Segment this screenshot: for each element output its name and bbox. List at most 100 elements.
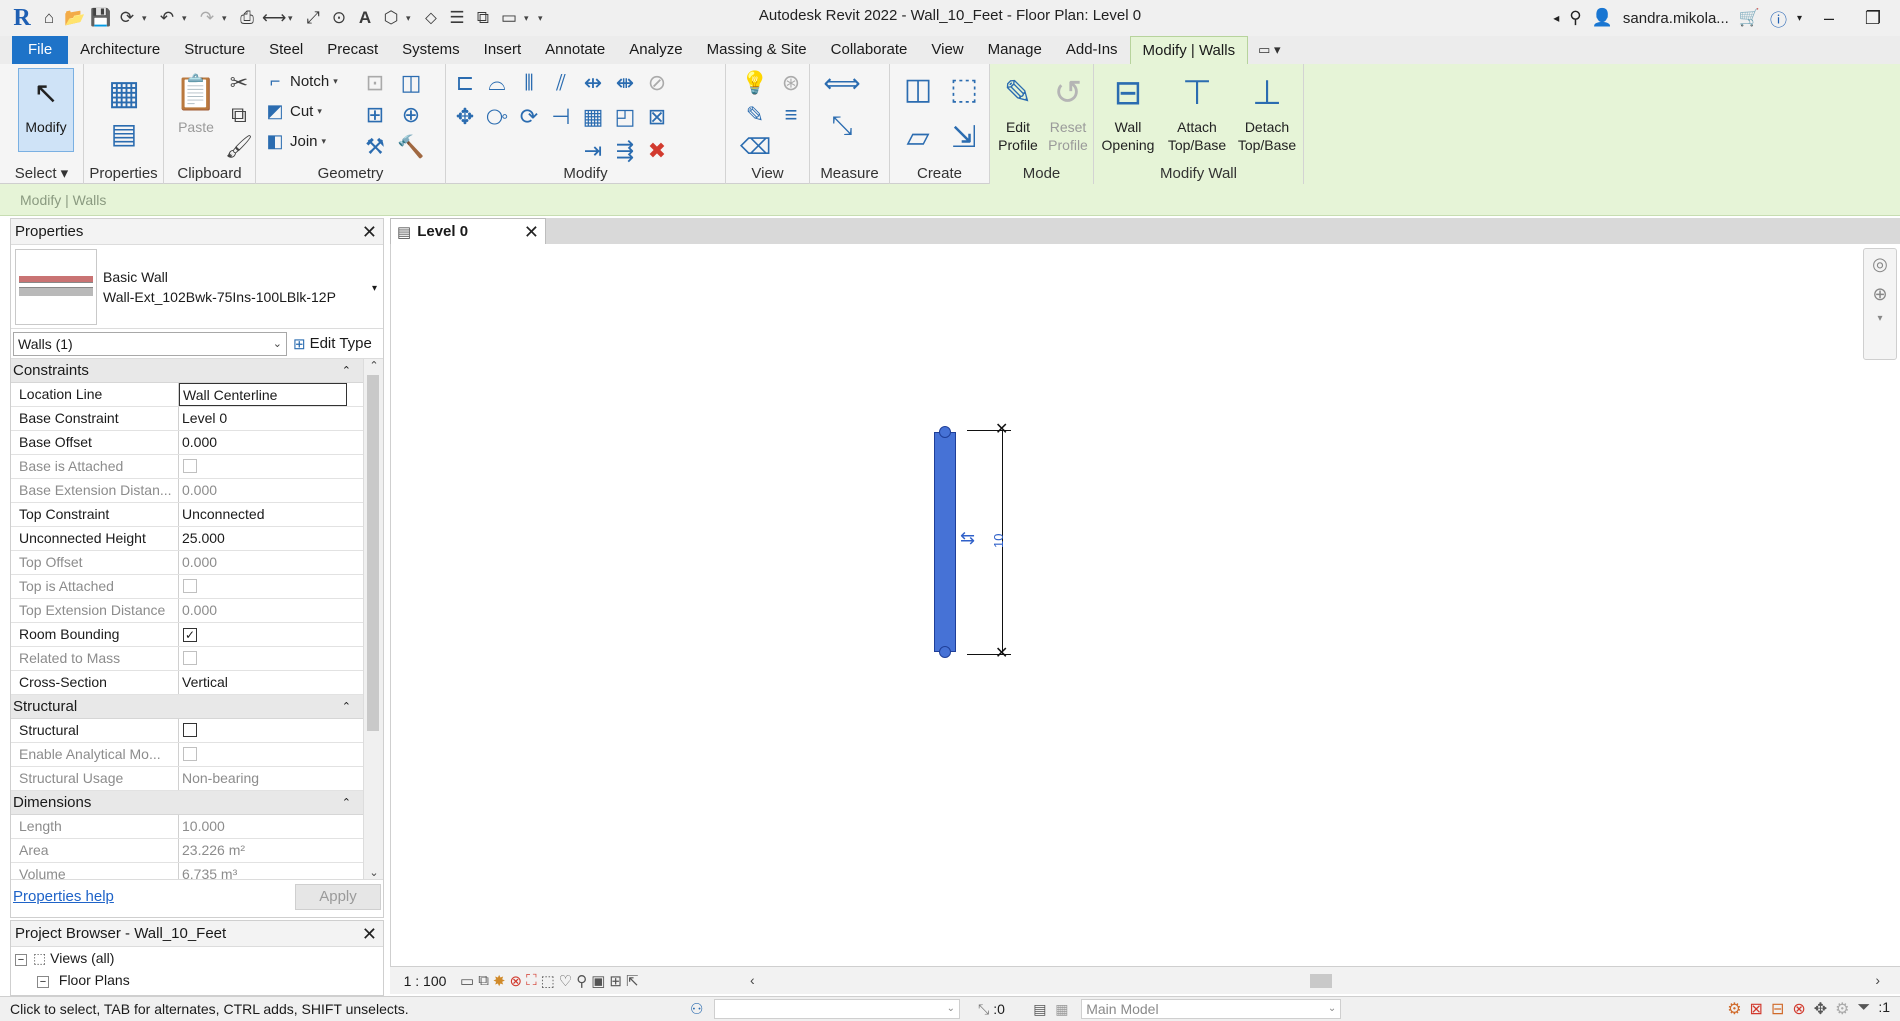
hammer-icon[interactable]: 🔨 xyxy=(396,132,426,162)
help-icon[interactable]: ⓘ xyxy=(1770,6,1787,31)
tab-annotate[interactable]: Annotate xyxy=(533,36,617,64)
join-button[interactable]: ◧ Join ▾ xyxy=(264,128,326,154)
scroll-down-icon[interactable]: ⌄ xyxy=(364,866,383,879)
select-panel-title[interactable]: Select ▾ xyxy=(0,164,83,182)
cut-button[interactable]: ◩ Cut ▾ xyxy=(264,98,322,124)
print-icon[interactable]: ⎙ xyxy=(236,8,258,28)
select-links-icon[interactable]: ⚙ xyxy=(1727,999,1741,1019)
drawing-canvas[interactable]: ◎ ⊕ ▾ ✕ ✕ ⇆ 10 xyxy=(390,244,1900,966)
tab-insert[interactable]: Insert xyxy=(472,36,534,64)
create-similar-icon[interactable]: ⇲ xyxy=(944,116,984,160)
cart-icon[interactable]: 🛒 xyxy=(1739,8,1760,28)
type-properties-button[interactable]: ▦ xyxy=(98,68,150,118)
tab-systems[interactable]: Systems xyxy=(390,36,472,64)
linework-icon[interactable]: ✎ xyxy=(740,100,770,130)
background-process-icon[interactable]: ⚙ xyxy=(1835,999,1849,1019)
cut-dropdown-icon[interactable]: ▾ xyxy=(317,106,322,117)
undo-icon[interactable]: ↶ xyxy=(156,8,178,28)
create-assembly-icon[interactable]: ◫ xyxy=(898,68,938,112)
tab-analyze[interactable]: Analyze xyxy=(617,36,694,64)
scroll-right-icon[interactable]: › xyxy=(1875,972,1880,988)
wall-opening-button[interactable]: ⊟ Wall Opening xyxy=(1098,68,1158,154)
reset-profile-button[interactable]: ↺ Reset Profile xyxy=(1042,68,1094,154)
base-offset-field[interactable]: 0.000 xyxy=(179,431,347,454)
override-graphics-icon[interactable]: ⊛ xyxy=(776,68,806,98)
open-icon[interactable]: 📂 xyxy=(64,8,86,28)
temporary-hide-icon[interactable]: ♡ xyxy=(559,972,572,990)
copy-element-icon[interactable]: ⧂ xyxy=(482,102,512,132)
dimension-icon[interactable]: ⤢ xyxy=(302,8,324,28)
help-dropdown-icon[interactable]: ▾ xyxy=(1797,13,1802,24)
group-constraints[interactable]: Constraints ⌃ xyxy=(11,359,383,383)
temporary-properties-icon[interactable]: ▣ xyxy=(591,972,605,990)
collapse-toggle-icon[interactable]: − xyxy=(15,954,27,966)
create-parts-icon[interactable]: ⬚ xyxy=(944,68,984,112)
section-icon[interactable]: ⬦ xyxy=(420,8,442,28)
split-element-icon[interactable]: ⇹ xyxy=(578,68,608,98)
room-bounding-checkbox[interactable]: ✓ xyxy=(183,628,197,642)
select-pinned-icon[interactable]: ⊟ xyxy=(1771,999,1784,1019)
flip-orientation-icon[interactable]: ⇆ xyxy=(960,528,975,549)
copy-icon[interactable]: ⧉ xyxy=(224,100,254,130)
home-icon[interactable]: ⌂ xyxy=(38,8,60,28)
search-toggle-icon[interactable]: ◂ xyxy=(1553,11,1559,25)
scroll-up-icon[interactable]: ⌃ xyxy=(364,359,383,372)
aligned-dimension-icon[interactable]: ⤡ xyxy=(822,100,862,150)
group-structural[interactable]: Structural ⌃ xyxy=(11,695,383,719)
crop-view-icon[interactable]: ⛶ xyxy=(526,972,537,990)
revit-logo-icon[interactable]: R xyxy=(10,5,34,32)
select-underlay-icon[interactable]: ⊠ xyxy=(1750,999,1763,1019)
cross-section-field[interactable]: Vertical xyxy=(179,671,347,694)
selected-wall[interactable] xyxy=(934,432,956,652)
match-type-icon[interactable]: 🖌 xyxy=(224,132,254,162)
pin-disabled-icon[interactable]: ⊘ xyxy=(642,68,672,98)
worksharing-display-icon[interactable]: ⊞ xyxy=(609,972,622,990)
view-scale[interactable]: 1 : 100 xyxy=(390,973,460,989)
structural-checkbox[interactable] xyxy=(183,723,197,737)
ribbon-display-toggle-icon[interactable]: ▭ ▾ xyxy=(1248,36,1290,64)
analytical-model-icon[interactable]: ⇱ xyxy=(626,972,639,990)
align-icon[interactable]: ⊏ xyxy=(450,68,480,98)
close-icon[interactable]: ✕ xyxy=(524,219,539,245)
wall-end-grip[interactable] xyxy=(939,646,951,658)
customize-qat-icon[interactable]: ▾ xyxy=(538,13,548,24)
collapse-toggle-icon[interactable]: − xyxy=(37,976,49,988)
switch-dropdown-icon[interactable]: ▾ xyxy=(524,13,534,24)
paste-button[interactable]: 📋 Paste xyxy=(170,68,222,136)
edit-profile-button[interactable]: ✎ Edit Profile xyxy=(992,68,1044,154)
drag-elements-icon[interactable]: ✥ xyxy=(1814,999,1827,1019)
zoom-icon[interactable]: ⊕ xyxy=(1864,279,1896,309)
reveal-hidden-icon[interactable]: ⚲ xyxy=(576,972,587,990)
text-icon[interactable]: A xyxy=(354,8,376,28)
filter-icon[interactable]: ⏷ xyxy=(1858,999,1871,1019)
attach-top-base-button[interactable]: ⊤ Attach Top/Base xyxy=(1164,68,1230,154)
join-dropdown-icon[interactable]: ▾ xyxy=(322,136,327,147)
wall-end-grip[interactable] xyxy=(939,426,951,438)
canvas-horizontal-scrollbar[interactable]: ‹ › xyxy=(750,972,1880,990)
restore-icon[interactable]: ❐ xyxy=(1856,8,1890,29)
base-constraint-field[interactable]: Level 0 xyxy=(179,407,347,430)
split-gap-icon[interactable]: ⇼ xyxy=(610,68,640,98)
tree-item-floor-plans[interactable]: − Floor Plans xyxy=(11,969,383,991)
trim-multiple-icon[interactable]: ⇥ xyxy=(578,136,608,166)
tab-precast[interactable]: Precast xyxy=(315,36,390,64)
switch-windows-icon[interactable]: ▭ xyxy=(498,8,520,28)
trim-single-icon[interactable]: ⇶ xyxy=(610,136,640,166)
offset-icon[interactable]: ⌓ xyxy=(482,68,512,98)
tree-item-views-all[interactable]: − ⬚ Views (all) xyxy=(11,947,383,969)
wall-joins-icon[interactable]: ⊡ xyxy=(360,68,390,98)
scroll-thumb[interactable] xyxy=(367,375,379,731)
visual-style-icon[interactable]: ⧉ xyxy=(478,972,489,990)
shadows-icon[interactable]: ⊗ xyxy=(509,972,522,990)
rotate-icon[interactable]: ⟳ xyxy=(514,102,544,132)
workset-combo[interactable]: ⌄ xyxy=(714,999,960,1019)
user-name[interactable]: sandra.mikola... xyxy=(1623,10,1729,27)
close-icon[interactable]: ✕ xyxy=(362,219,377,245)
collapse-icon[interactable]: ⌃ xyxy=(342,695,351,719)
mirror-axis-icon[interactable]: ⫴ xyxy=(514,68,544,98)
nav-dropdown-icon[interactable]: ▾ xyxy=(1864,309,1896,329)
delete-icon[interactable]: ✖ xyxy=(642,136,672,166)
type-dropdown-icon[interactable]: ▾ xyxy=(372,283,377,294)
tab-view[interactable]: View xyxy=(919,36,975,64)
view-tab-level-0[interactable]: ▤ Level 0 ✕ xyxy=(390,218,546,244)
